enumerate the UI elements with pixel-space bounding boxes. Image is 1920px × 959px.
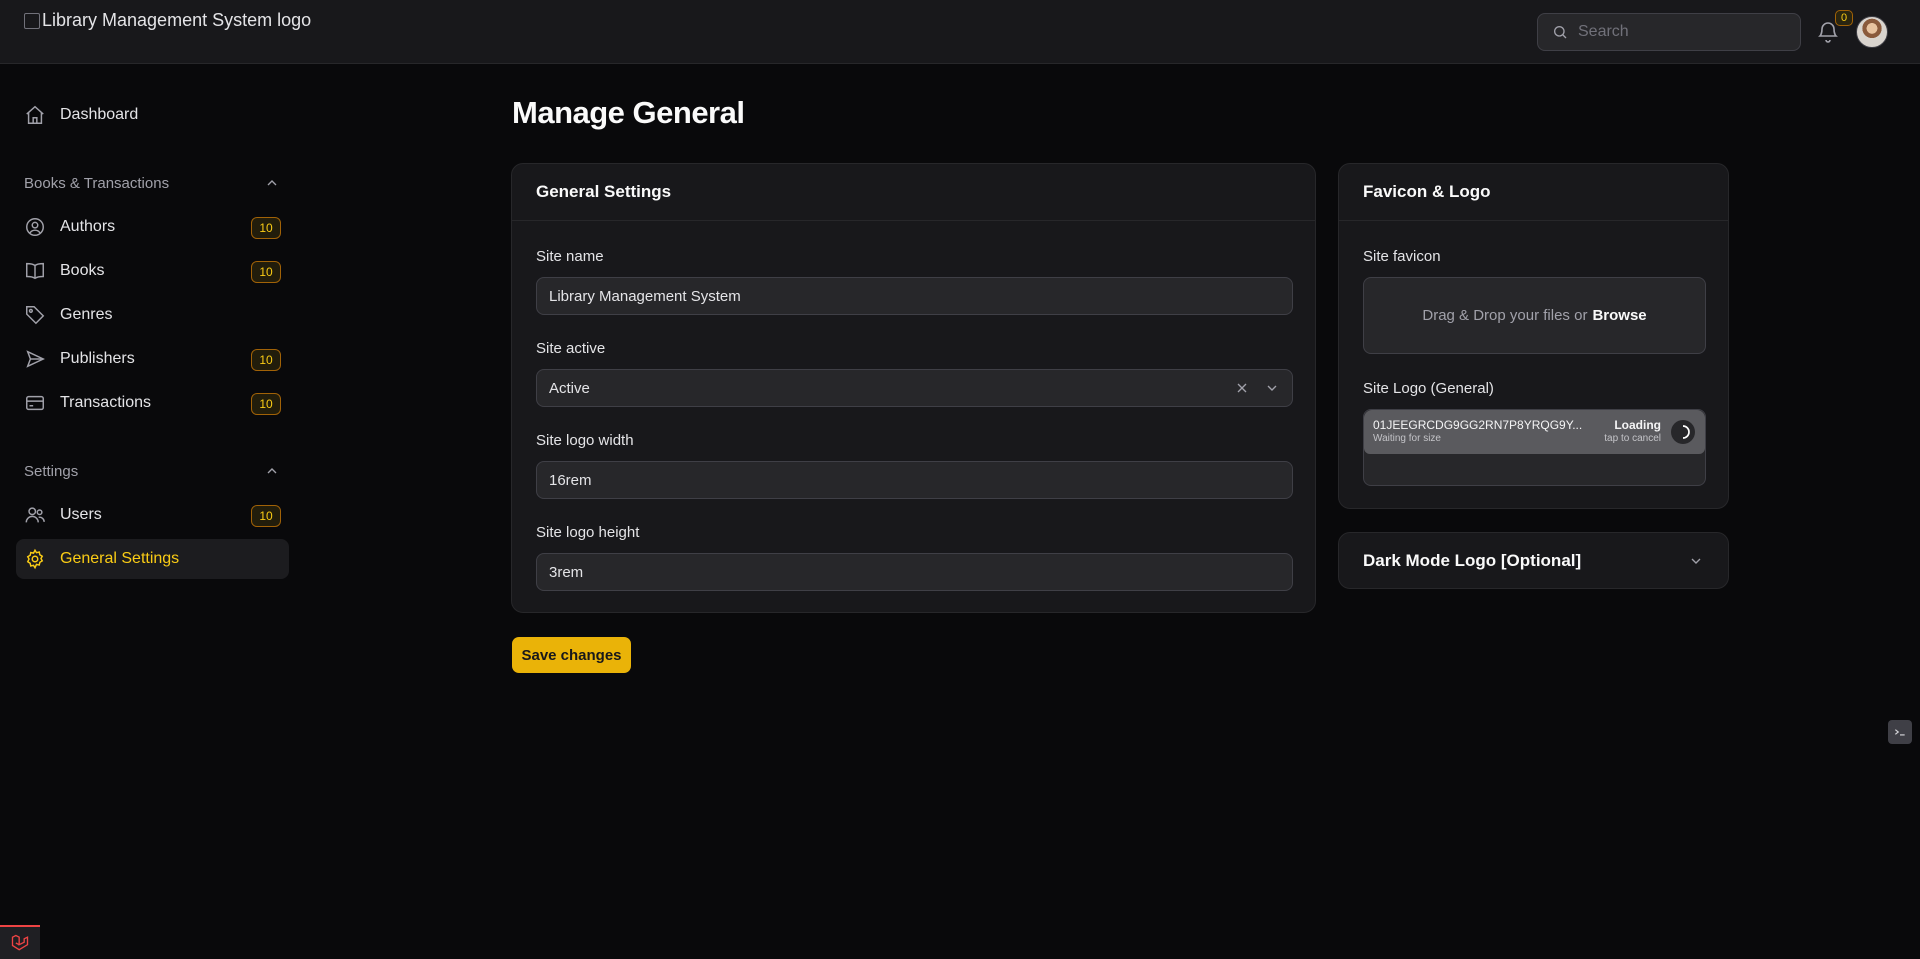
search-input[interactable] [1578,23,1778,41]
count-badge: 10 [251,505,281,527]
sidebar-item-label: Books [60,262,105,279]
sidebar-item-label: Authors [60,218,116,235]
debug-toggle-icon[interactable] [1888,720,1912,744]
sidebar-item-publishers[interactable]: Publishers 10 [16,339,289,379]
upload-status: Loading [1614,418,1661,432]
group-label: Books & Transactions [24,174,170,192]
gear-icon [26,548,44,570]
sidebar-item-genres[interactable]: Genres [16,295,289,335]
count-badge: 10 [251,261,281,283]
broken-image-icon [24,12,40,29]
group-settings[interactable]: Settings [24,459,280,483]
sidebar-item-authors[interactable]: Authors 10 [16,207,289,247]
sidebar-item-books[interactable]: Books 10 [16,251,289,291]
card-heading: Favicon & Logo [1339,164,1728,221]
user-circle-icon [26,218,44,236]
upload-substatus: Waiting for size [1373,433,1441,444]
upload-item: 01JEEGRCDG9GG2RN7P8YRQG9Y... Waiting for… [1364,410,1705,454]
site-logo-upload[interactable]: 01JEEGRCDG9GG2RN7P8YRQG9Y... Waiting for… [1363,409,1706,486]
group-books-transactions[interactable]: Books & Transactions [24,171,280,195]
site-active-label: Site active [536,340,606,357]
notification-count-badge: 0 [1835,10,1853,26]
save-button[interactable]: Save changes [512,637,631,673]
clear-icon[interactable] [1234,380,1250,396]
count-badge: 10 [251,393,281,415]
paper-plane-icon [26,350,45,368]
sidebar-item-label: Genres [60,306,113,323]
tag-icon [26,306,45,325]
debugbar-tab[interactable] [0,925,40,959]
sidebar-item-label: Dashboard [60,106,139,123]
logo-width-value: 16rem [549,471,592,489]
logo-width-field[interactable]: 16rem [536,461,1293,499]
chevron-up-icon[interactable] [264,175,280,191]
upload-filename: 01JEEGRCDG9GG2RN7P8YRQG9Y... [1373,418,1583,432]
page-title: Manage General [512,95,745,130]
home-icon [26,105,44,124]
chevron-down-icon[interactable] [1264,380,1280,396]
group-label: Settings [24,462,79,480]
logo-height-field[interactable]: 3rem [536,553,1293,591]
sidebar-item-label: Users [60,506,102,523]
site-name-label: Site name [536,248,604,265]
laravel-logo-icon [11,934,29,951]
favicon-label: Site favicon [1363,248,1441,265]
favicon-dropzone[interactable]: Drag & Drop your files or Browse [1363,277,1706,354]
dropzone-text: Drag & Drop your files or [1422,307,1588,324]
avatar[interactable] [1856,16,1888,48]
favicon-logo-card: Favicon & Logo Site favicon Drag & Drop … [1338,163,1729,509]
search-icon [1554,26,1567,39]
general-settings-card: General Settings Site name Library Manag… [511,163,1316,613]
sidebar-item-dashboard[interactable]: Dashboard [16,95,289,135]
section-heading: Dark Mode Logo [Optional] [1363,550,1582,570]
search-box[interactable] [1537,13,1801,51]
sidebar-item-users[interactable]: Users 10 [16,495,289,535]
site-logo-label: Site Logo (General) [1363,380,1494,397]
chevron-up-icon[interactable] [264,463,280,479]
site-logo[interactable]: Library Management System logo [24,10,311,31]
logo-height-label: Site logo height [536,524,640,541]
logo-height-value: 3rem [549,563,584,581]
chevron-down-icon[interactable] [1688,553,1704,569]
sidebar-item-label: General Settings [60,550,180,567]
loading-spinner-icon[interactable] [1671,420,1695,444]
sidebar-item-label: Transactions [60,394,151,411]
upload-cancel-hint[interactable]: tap to cancel [1604,433,1661,444]
sidebar-item-transactions[interactable]: Transactions 10 [16,383,289,423]
dark-mode-logo-section[interactable]: Dark Mode Logo [Optional] [1338,532,1729,589]
site-name-value: Library Management System [549,287,741,305]
topbar: Library Management System logo 0 [0,0,1920,64]
sidebar-item-label: Publishers [60,350,135,367]
site-name-field[interactable]: Library Management System [536,277,1293,315]
site-active-select[interactable]: Active [536,369,1293,407]
logo-width-label: Site logo width [536,432,634,449]
book-open-icon [26,262,44,280]
sidebar-item-general-settings[interactable]: General Settings [16,539,289,579]
count-badge: 10 [251,217,281,239]
logo-alt-text: Library Management System logo [42,10,312,30]
credit-card-icon [26,395,44,411]
site-active-value: Active [549,379,590,397]
card-heading: General Settings [512,164,1315,221]
browse-link[interactable]: Browse [1592,307,1646,324]
count-badge: 10 [251,349,281,371]
users-icon [25,507,45,523]
